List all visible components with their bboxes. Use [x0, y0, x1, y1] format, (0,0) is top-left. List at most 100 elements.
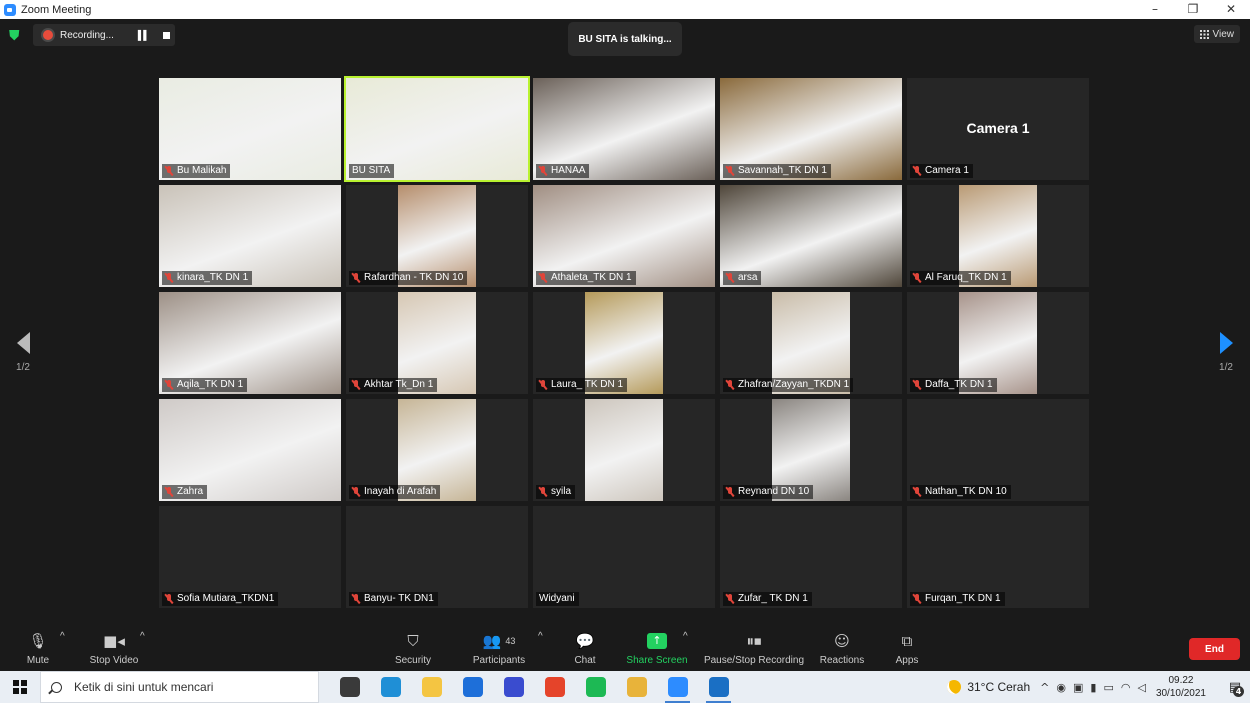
participant-tile[interactable]: Reynand DN 10: [720, 399, 902, 501]
participant-tile[interactable]: Laura_ TK DN 1: [533, 292, 715, 394]
apps-button[interactable]: ⧉ Apps: [892, 631, 922, 666]
participant-tile[interactable]: kinara_TK DN 1: [159, 185, 341, 287]
recording-indicator: Recording... ▌▌: [33, 24, 175, 46]
show-hidden-icons-caret-icon[interactable]: ^: [1040, 681, 1049, 694]
taskbar-app-chrome[interactable]: [616, 671, 657, 703]
participants-button[interactable]: 👥 43 Participants: [470, 631, 528, 666]
security-label: Security: [394, 655, 432, 666]
participant-tile[interactable]: arsa: [720, 185, 902, 287]
encryption-shield-icon[interactable]: ⛊: [9, 28, 23, 43]
participants-caret-icon[interactable]: ^: [538, 631, 543, 642]
participant-tile[interactable]: Athaleta_TK DN 1: [533, 185, 715, 287]
participant-name-tag: Rafardhan - TK DN 10: [349, 271, 468, 285]
muted-microphone-icon: [539, 166, 547, 176]
participant-tile[interactable]: Camera 1 Camera 1: [907, 78, 1089, 180]
start-button[interactable]: [0, 671, 40, 703]
chat-button[interactable]: 💬 Chat: [570, 631, 600, 666]
participant-tile[interactable]: Banyu- TK DN1: [346, 506, 528, 608]
window-controls: – ❐ ✕: [1136, 0, 1250, 19]
participant-video: [585, 399, 663, 501]
participant-tile[interactable]: Inayah di Arafah: [346, 399, 528, 501]
page-indicator-right: 1/2: [1219, 362, 1233, 373]
wifi-icon[interactable]: ◠: [1121, 681, 1131, 694]
taskbar-app-edge[interactable]: [370, 671, 411, 703]
participant-name: Furqan_TK DN 1: [925, 593, 1001, 604]
pen-app-icon: [503, 677, 524, 697]
audio-options-caret-icon[interactable]: ^: [60, 631, 65, 642]
taskbar-app-zoom[interactable]: [657, 671, 698, 703]
participant-tile[interactable]: Akhtar Tk_Dn 1: [346, 292, 528, 394]
participant-tile[interactable]: HANAA: [533, 78, 715, 180]
maximize-button[interactable]: ❐: [1174, 0, 1212, 19]
battery-icon[interactable]: ▭: [1103, 681, 1113, 694]
share-screen-label: Share Screen: [626, 655, 688, 666]
clock-time: 09.22: [1168, 675, 1194, 686]
participants-count: 43: [505, 636, 516, 646]
previous-page-button[interactable]: 1/2: [8, 332, 38, 373]
participant-tile[interactable]: Zahra: [159, 399, 341, 501]
participant-name: Banyu- TK DN1: [364, 593, 434, 604]
minimize-button[interactable]: –: [1136, 0, 1174, 19]
participant-name: HANAA: [551, 165, 586, 176]
network-status-icon[interactable]: ◉: [1056, 681, 1066, 694]
microphone-tray-icon[interactable]: ▮: [1090, 681, 1096, 694]
stop-video-button[interactable]: ■◂ Stop Video: [86, 631, 142, 666]
muted-microphone-icon: [726, 594, 734, 604]
view-button[interactable]: View: [1193, 25, 1240, 43]
participant-name-tag: Laura_ TK DN 1: [536, 378, 628, 392]
device-icon[interactable]: ▣: [1073, 681, 1083, 694]
participant-name: arsa: [738, 272, 758, 283]
notification-center-button[interactable]: ▤ 4: [1220, 671, 1250, 703]
participant-tile[interactable]: syila: [533, 399, 715, 501]
window-title: Zoom Meeting: [21, 3, 92, 16]
video-options-caret-icon[interactable]: ^: [140, 631, 145, 642]
participant-name-tag: Widyani: [536, 592, 579, 606]
participant-tile[interactable]: Daffa_TK DN 1: [907, 292, 1089, 394]
participant-tile[interactable]: Al Faruq_TK DN 1: [907, 185, 1089, 287]
taskbar-app-file-explorer[interactable]: [411, 671, 452, 703]
participant-tile[interactable]: BU SITA: [344, 76, 530, 182]
muted-microphone-icon: [539, 380, 547, 390]
share-options-caret-icon[interactable]: ^: [683, 631, 688, 642]
participant-tile[interactable]: Bu Malikah: [159, 78, 341, 180]
muted-microphone-icon: [352, 594, 360, 604]
next-page-button[interactable]: 1/2: [1211, 332, 1241, 373]
taskbar-app-pen-app[interactable]: [493, 671, 534, 703]
participant-tile[interactable]: Furqan_TK DN 1: [907, 506, 1089, 608]
participant-tile[interactable]: Aqila_TK DN 1: [159, 292, 341, 394]
pause-stop-recording-button[interactable]: ⏸⏹ Pause/Stop Recording: [703, 631, 805, 666]
muted-microphone-icon: [165, 273, 173, 283]
reactions-button[interactable]: ☺ Reactions: [818, 631, 866, 666]
muted-microphone-icon: [913, 380, 921, 390]
participant-name: Rafardhan - TK DN 10: [364, 272, 464, 283]
end-meeting-button[interactable]: End: [1189, 638, 1240, 660]
participant-name: Widyani: [539, 593, 575, 604]
clock[interactable]: 09.22 30/10/2021: [1156, 674, 1206, 700]
participant-tile[interactable]: Savannah_TK DN 1: [720, 78, 902, 180]
muted-microphone-icon: [165, 487, 173, 497]
participant-name-tag: Sofia Mutiara_TKDN1: [162, 592, 279, 606]
security-button[interactable]: ⛉ Security: [390, 631, 436, 666]
close-button[interactable]: ✕: [1212, 0, 1250, 19]
taskbar-app-mail[interactable]: [452, 671, 493, 703]
participant-tile[interactable]: Zufar_ TK DN 1: [720, 506, 902, 608]
share-screen-button[interactable]: ↑ Share Screen: [626, 631, 688, 666]
stop-video-label: Stop Video: [89, 655, 139, 666]
participant-tile[interactable]: Widyani: [533, 506, 715, 608]
taskbar-search-box[interactable]: Ketik di sini untuk mencari: [40, 671, 319, 703]
stop-recording-icon[interactable]: [162, 31, 170, 39]
taskbar-app-media-player[interactable]: [698, 671, 739, 703]
participant-tile[interactable]: Nathan_TK DN 10: [907, 399, 1089, 501]
muted-microphone-icon: [165, 594, 173, 604]
participant-name: Aqila_TK DN 1: [177, 379, 244, 390]
mute-button[interactable]: 🎙 Mute: [20, 631, 56, 666]
pause-recording-icon[interactable]: ▌▌: [138, 30, 150, 40]
taskbar-app-office[interactable]: [534, 671, 575, 703]
participant-tile[interactable]: Zhafran/Zayyan_TKDN 1: [720, 292, 902, 394]
taskbar-app-task-view[interactable]: [329, 671, 370, 703]
participant-tile[interactable]: Rafardhan - TK DN 10: [346, 185, 528, 287]
volume-icon[interactable]: ◁: [1137, 681, 1145, 694]
taskbar-app-spotify[interactable]: [575, 671, 616, 703]
participant-tile[interactable]: Sofia Mutiara_TKDN1: [159, 506, 341, 608]
weather-widget[interactable]: 31°C Cerah: [947, 680, 1030, 694]
